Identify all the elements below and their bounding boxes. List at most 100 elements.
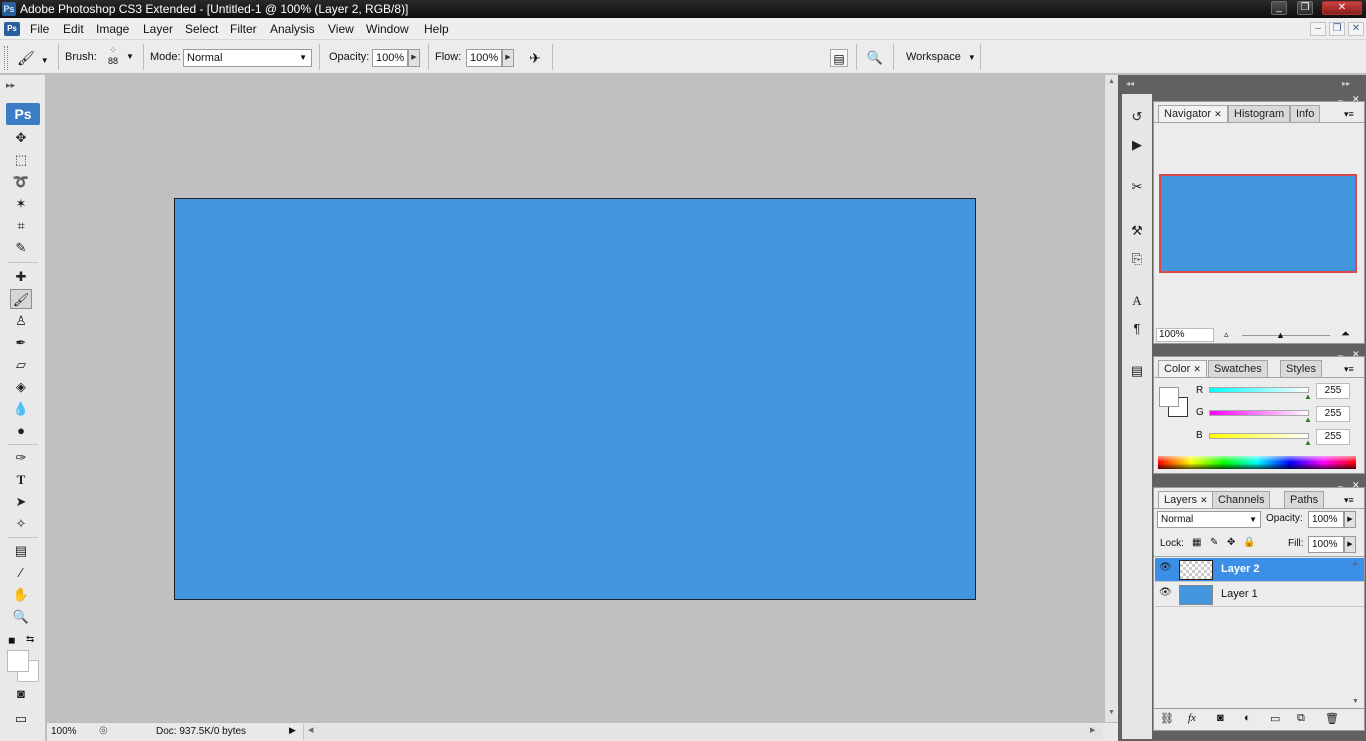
delete-layer-icon[interactable]: 🗑	[1325, 712, 1339, 725]
brush-tool-icon[interactable]: 🖌	[10, 289, 32, 309]
close-icon[interactable]: ✕	[1193, 364, 1201, 374]
menu-window[interactable]: Window	[366, 22, 409, 36]
blue-value-input[interactable]: 255	[1316, 429, 1350, 445]
color-foreground-swatch[interactable]	[1159, 387, 1179, 407]
layer-style-icon[interactable]: fx	[1188, 712, 1196, 724]
tab-info[interactable]: Info	[1290, 105, 1321, 122]
marquee-tool-icon[interactable]: ⬚	[10, 150, 32, 170]
tab-color[interactable]: Color ✕	[1158, 360, 1207, 377]
tab-navigator[interactable]: Navigator ✕	[1158, 105, 1228, 122]
panel-close-icon[interactable]: ✕	[1352, 349, 1360, 360]
adjustment-layer-icon[interactable]: ◐	[1244, 712, 1251, 724]
blend-mode-select[interactable]: Normal ▼	[1157, 511, 1261, 528]
type-tool-icon[interactable]: T	[10, 470, 32, 490]
path-selection-tool-icon[interactable]: ➤	[10, 492, 32, 512]
photoshop-logo[interactable]: Ps	[6, 103, 40, 125]
layers-scroll-up-icon[interactable]: ▲	[1352, 560, 1359, 567]
add-mask-icon[interactable]: ◙	[1217, 712, 1224, 724]
new-layer-icon[interactable]: ⧉	[1297, 712, 1305, 725]
quick-mask-icon[interactable]: ◙	[10, 684, 32, 704]
menu-filter[interactable]: Filter	[230, 22, 257, 36]
toolbox-collapse-icon[interactable]: ▸▸	[6, 80, 15, 91]
move-tool-icon[interactable]: ✥	[10, 128, 32, 148]
lock-pixels-icon[interactable]: ✎	[1210, 537, 1218, 548]
eraser-tool-icon[interactable]: ▱	[10, 355, 32, 375]
flow-slider-button[interactable]: ▶	[502, 49, 514, 67]
zoom-tool-icon[interactable]: 🔍	[10, 607, 32, 627]
green-slider-thumb[interactable]: ▲	[1304, 415, 1312, 424]
status-arrow-icon[interactable]: ▶	[289, 725, 296, 736]
green-value-input[interactable]: 255	[1316, 406, 1350, 422]
layer-name[interactable]: Layer 1	[1221, 588, 1258, 600]
panel-minimize-icon[interactable]: –	[1338, 481, 1343, 491]
document-icon[interactable]: Ps	[4, 22, 20, 36]
scroll-down-icon[interactable]: ▼	[1108, 709, 1115, 716]
menu-edit[interactable]: Edit	[63, 22, 84, 36]
panel-menu-icon[interactable]: ▾≡	[1344, 109, 1354, 120]
new-group-icon[interactable]: ▭	[1270, 712, 1280, 725]
fill-slider-button[interactable]: ▶	[1344, 536, 1356, 553]
pen-tool-icon[interactable]: ✑	[10, 448, 32, 468]
clone-source-icon[interactable]: ⎘	[1126, 248, 1148, 270]
lock-all-icon[interactable]: 🔒	[1243, 537, 1255, 548]
tab-histogram[interactable]: Histogram	[1228, 105, 1291, 122]
notes-tool-icon[interactable]: ▤	[10, 541, 32, 561]
vertical-scrollbar[interactable]: ▲ ▼	[1104, 75, 1118, 722]
status-menu-icon[interactable]: ◎	[99, 725, 108, 736]
clone-stamp-tool-icon[interactable]: ♙	[10, 311, 32, 331]
navigator-zoom-input[interactable]: 100%	[1156, 328, 1214, 342]
menu-select[interactable]: Select	[185, 22, 218, 36]
scroll-right-icon[interactable]: ▶	[1090, 726, 1095, 734]
swap-colors-icon[interactable]: ⇆	[26, 634, 34, 645]
horizontal-scrollbar[interactable]: ◀ ▶	[303, 724, 1103, 740]
menu-file[interactable]: File	[30, 22, 49, 36]
brushes-panel-icon[interactable]: ⚒	[1126, 220, 1148, 242]
crop-tool-icon[interactable]: ⌗	[10, 216, 32, 236]
mode-select[interactable]: Normal ▼	[183, 49, 312, 67]
doc-restore-button[interactable]: ❐	[1329, 22, 1345, 36]
blue-slider[interactable]	[1209, 433, 1309, 439]
layers-scroll-down-icon[interactable]: ▼	[1352, 698, 1359, 705]
dodge-tool-icon[interactable]: ●	[10, 421, 32, 441]
blue-slider-thumb[interactable]: ▲	[1304, 438, 1312, 447]
tab-paths[interactable]: Paths	[1284, 491, 1325, 508]
link-layers-icon[interactable]: ⛓	[1160, 712, 1174, 725]
menu-help[interactable]: Help	[424, 22, 449, 36]
menu-image[interactable]: Image	[96, 22, 129, 36]
blur-tool-icon[interactable]: 💧	[10, 399, 32, 419]
doc-close-button[interactable]: ✕	[1348, 22, 1364, 36]
navigator-thumbnail[interactable]	[1159, 174, 1357, 273]
opacity-input[interactable]: 100%	[372, 49, 408, 67]
layer-opacity-slider-button[interactable]: ▶	[1344, 511, 1356, 528]
screen-mode-icon[interactable]: ▭	[10, 709, 32, 729]
tab-swatches[interactable]: Swatches	[1208, 360, 1268, 377]
bridge-icon[interactable]: 🔍	[863, 48, 887, 68]
red-slider-thumb[interactable]: ▲	[1304, 392, 1312, 401]
layer-row[interactable]: 👁 Layer 1	[1155, 583, 1364, 607]
zoom-slider-thumb[interactable]: ▲	[1276, 330, 1285, 340]
zoom-out-icon[interactable]: ▵	[1224, 329, 1229, 340]
tool-presets-icon[interactable]: ✂	[1126, 176, 1148, 198]
tab-layers[interactable]: Layers ✕	[1158, 491, 1214, 508]
lock-position-icon[interactable]: ✥	[1227, 537, 1235, 548]
red-value-input[interactable]: 255	[1316, 383, 1350, 399]
panel-menu-icon[interactable]: ▾≡	[1344, 495, 1354, 506]
menu-layer[interactable]: Layer	[143, 22, 173, 36]
paint-bucket-tool-icon[interactable]: ◈	[10, 377, 32, 397]
brush-picker[interactable]: ⁘ 88 ▼	[104, 46, 136, 72]
panel-minimize-icon[interactable]: –	[1338, 350, 1343, 360]
actions-panel-icon[interactable]: ▶	[1126, 134, 1148, 156]
fill-input[interactable]: 100%	[1308, 536, 1344, 553]
panel-minimize-icon[interactable]: –	[1338, 95, 1343, 105]
menu-analysis[interactable]: Analysis	[270, 22, 315, 36]
close-icon[interactable]: ✕	[1200, 495, 1208, 505]
visibility-eye-icon[interactable]: 👁	[1159, 587, 1172, 598]
panel-close-icon[interactable]: ✕	[1352, 480, 1360, 491]
doc-minimize-button[interactable]: –	[1310, 22, 1326, 36]
minimize-button[interactable]: _	[1271, 1, 1287, 15]
zoom-in-icon[interactable]: ⏶	[1341, 328, 1350, 341]
zoom-level[interactable]: 100%	[51, 725, 91, 739]
panel-menu-icon[interactable]: ▾≡	[1344, 364, 1354, 375]
history-brush-tool-icon[interactable]: ✒	[10, 333, 32, 353]
green-slider[interactable]	[1209, 410, 1309, 416]
